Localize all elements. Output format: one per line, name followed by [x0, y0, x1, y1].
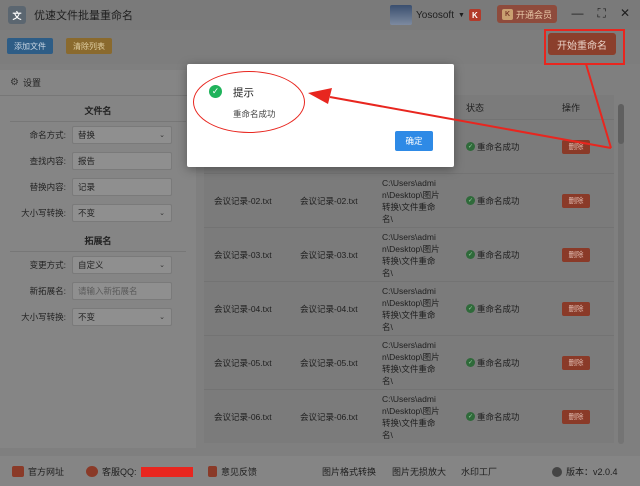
annotation-arrows	[308, 63, 612, 149]
arrow-line-vertical	[585, 63, 612, 149]
arrow-line-to-dialog	[329, 96, 612, 149]
arrow-head	[308, 88, 332, 104]
